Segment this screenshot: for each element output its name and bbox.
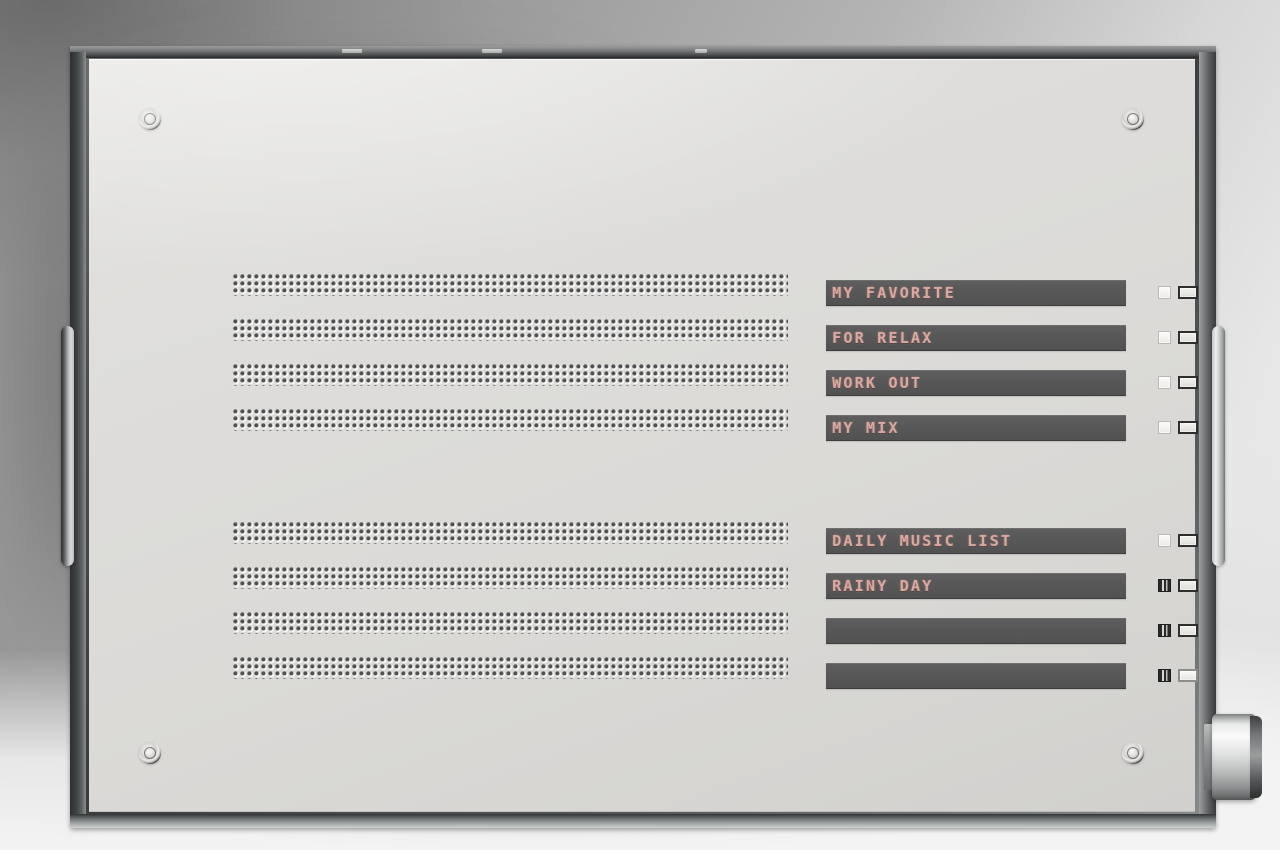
indicator-select-rect[interactable] bbox=[1178, 421, 1198, 434]
indicator-group bbox=[1158, 286, 1198, 299]
indicator-status-square[interactable] bbox=[1158, 376, 1171, 389]
faceplate: MY FAVORITE FOR RELAX WORK OUT MY MIX DA… bbox=[89, 59, 1198, 812]
handle-left[interactable] bbox=[61, 326, 74, 566]
indicator-select-rect[interactable] bbox=[1178, 579, 1198, 592]
speaker-grille-band bbox=[233, 319, 788, 341]
rotary-knob[interactable] bbox=[1204, 714, 1262, 800]
indicator-group bbox=[1158, 421, 1198, 434]
device-frame-bottom-bezel bbox=[70, 814, 1216, 828]
music-player-device: MY FAVORITE FOR RELAX WORK OUT MY MIX DA… bbox=[61, 46, 1262, 828]
scene: MY FAVORITE FOR RELAX WORK OUT MY MIX DA… bbox=[0, 0, 1280, 850]
speaker-grille-band bbox=[233, 567, 788, 589]
speaker-grille-band bbox=[233, 409, 788, 431]
playlist-label: MY MIX bbox=[832, 419, 900, 437]
indicator-select-rect[interactable] bbox=[1178, 286, 1198, 299]
indicator-group bbox=[1158, 579, 1198, 592]
playlist-bar-my-mix[interactable]: MY MIX bbox=[826, 415, 1126, 441]
speaker-grille-band bbox=[233, 274, 788, 296]
screw-bottom-right bbox=[1122, 742, 1144, 764]
indicator-status-square[interactable] bbox=[1158, 534, 1171, 547]
screw-top-right bbox=[1122, 108, 1144, 130]
indicator-select-rect[interactable] bbox=[1178, 534, 1198, 547]
indicator-status-square[interactable] bbox=[1158, 286, 1171, 299]
knob-cap bbox=[1250, 716, 1262, 798]
indicator-status-square[interactable] bbox=[1158, 579, 1171, 592]
top-notch bbox=[695, 49, 707, 53]
device-frame-top-bezel bbox=[70, 46, 1216, 58]
screw-bottom-left bbox=[139, 742, 161, 764]
indicator-select-rect[interactable] bbox=[1178, 624, 1198, 637]
speaker-grille-band bbox=[233, 522, 788, 544]
playlist-bar-daily-music-list[interactable]: DAILY MUSIC LIST bbox=[826, 528, 1126, 554]
indicator-status-square[interactable] bbox=[1158, 624, 1171, 637]
indicator-group bbox=[1158, 376, 1198, 389]
playlist-bar-work-out[interactable]: WORK OUT bbox=[826, 370, 1126, 396]
indicator-select-rect[interactable] bbox=[1178, 669, 1198, 682]
playlist-bar-empty-2[interactable] bbox=[826, 663, 1126, 689]
indicator-group bbox=[1158, 534, 1198, 547]
speaker-grille-band bbox=[233, 612, 788, 634]
speaker-grille-band bbox=[233, 657, 788, 679]
playlist-bar-rainy-day[interactable]: RAINY DAY bbox=[826, 573, 1126, 599]
top-notch bbox=[342, 49, 362, 53]
speaker-grille-band bbox=[233, 364, 788, 386]
playlist-label: WORK OUT bbox=[832, 374, 923, 392]
playlist-label: RAINY DAY bbox=[832, 577, 934, 595]
playlist-bar-empty-1[interactable] bbox=[826, 618, 1126, 644]
playlist-label: FOR RELAX bbox=[832, 329, 934, 347]
indicator-select-rect[interactable] bbox=[1178, 376, 1198, 389]
indicator-group bbox=[1158, 624, 1198, 637]
indicator-status-square[interactable] bbox=[1158, 331, 1171, 344]
handle-right[interactable] bbox=[1212, 326, 1225, 566]
indicator-status-square[interactable] bbox=[1158, 669, 1171, 682]
indicator-group bbox=[1158, 669, 1198, 682]
indicator-group bbox=[1158, 331, 1198, 344]
indicator-select-rect[interactable] bbox=[1178, 331, 1198, 344]
playlist-label: DAILY MUSIC LIST bbox=[832, 532, 1013, 550]
indicator-status-square[interactable] bbox=[1158, 421, 1171, 434]
screw-top-left bbox=[139, 108, 161, 130]
top-notch bbox=[482, 49, 502, 53]
playlist-label: MY FAVORITE bbox=[832, 284, 956, 302]
playlist-bar-my-favorite[interactable]: MY FAVORITE bbox=[826, 280, 1126, 306]
playlist-bar-for-relax[interactable]: FOR RELAX bbox=[826, 325, 1126, 351]
